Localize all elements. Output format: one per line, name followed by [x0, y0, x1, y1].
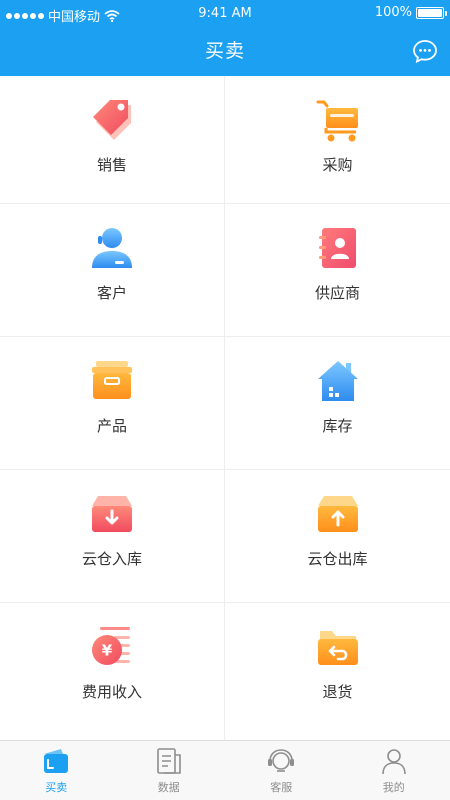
person-icon — [381, 749, 406, 775]
warehouse-house-icon — [317, 361, 358, 401]
grid-item-cloud-inbound[interactable]: 云仓入库 — [0, 470, 225, 603]
tab-mine[interactable]: 我的 — [338, 741, 450, 800]
page-title: 买卖 — [204, 40, 245, 62]
grid-item-label: 云仓入库 — [81, 550, 142, 568]
bottom-tab-bar: 买卖 数据 客服 我的 — [0, 740, 450, 800]
grid-item-label: 销售 — [96, 156, 127, 174]
grid-item-label: 客户 — [96, 284, 127, 302]
tab-label: 买卖 — [45, 781, 68, 794]
status-bar: 中国移动 9:41 AM 100% — [0, 0, 450, 28]
tab-label: 我的 — [382, 781, 405, 794]
grid-item-purchase[interactable]: 采购 — [225, 76, 450, 204]
function-grid: 销售 采购 客户 供应商 产品 库存 云仓入库 云仓出库 ¥ 费用收入 退货 — [0, 76, 450, 740]
grid-item-return[interactable]: 退货 — [225, 603, 450, 740]
tab-label: 客服 — [270, 781, 293, 794]
tab-trade[interactable]: 买卖 — [0, 741, 113, 800]
price-tag-icon — [93, 100, 131, 140]
chat-bubble-icon[interactable] — [412, 38, 438, 64]
app-header: 中国移动 9:41 AM 100% 买卖 — [0, 0, 450, 76]
tab-data[interactable]: 数据 — [113, 741, 226, 800]
grid-item-label: 产品 — [96, 417, 127, 435]
grid-item-label: 供应商 — [314, 284, 360, 302]
return-folder-icon — [317, 631, 358, 665]
outbound-box-icon — [317, 496, 358, 532]
tab-service[interactable]: 客服 — [225, 741, 338, 800]
inbound-box-icon — [92, 496, 132, 532]
grid-item-label: 库存 — [322, 417, 353, 435]
supplier-book-icon — [318, 228, 356, 268]
battery-percent: 100% — [374, 5, 412, 20]
yuan-coin-icon: ¥ — [92, 627, 130, 665]
grid-item-label: 采购 — [322, 156, 353, 174]
headset-icon — [268, 749, 295, 772]
grid-item-inventory[interactable]: 库存 — [225, 337, 450, 470]
grid-item-product[interactable]: 产品 — [0, 337, 225, 470]
grid-item-label: 退货 — [322, 683, 353, 701]
tab-label: 数据 — [157, 781, 180, 794]
grid-item-customer[interactable]: 客户 — [0, 204, 225, 337]
wallet-icon — [44, 749, 69, 773]
grid-item-expense-income[interactable]: ¥ 费用收入 — [0, 603, 225, 740]
grid-item-supplier[interactable]: 供应商 — [225, 204, 450, 337]
product-box-icon — [92, 361, 132, 399]
status-right: 100% — [374, 5, 447, 20]
battery-icon — [416, 6, 447, 19]
svg-text:¥: ¥ — [102, 642, 113, 660]
shopping-cart-icon — [316, 100, 358, 142]
grid-item-label: 云仓出库 — [307, 550, 368, 568]
grid-item-cloud-outbound[interactable]: 云仓出库 — [225, 470, 450, 603]
document-icon — [156, 748, 181, 774]
grid-item-label: 费用收入 — [81, 683, 142, 701]
customer-icon — [92, 228, 132, 268]
grid-item-sales[interactable]: 销售 — [0, 76, 225, 204]
